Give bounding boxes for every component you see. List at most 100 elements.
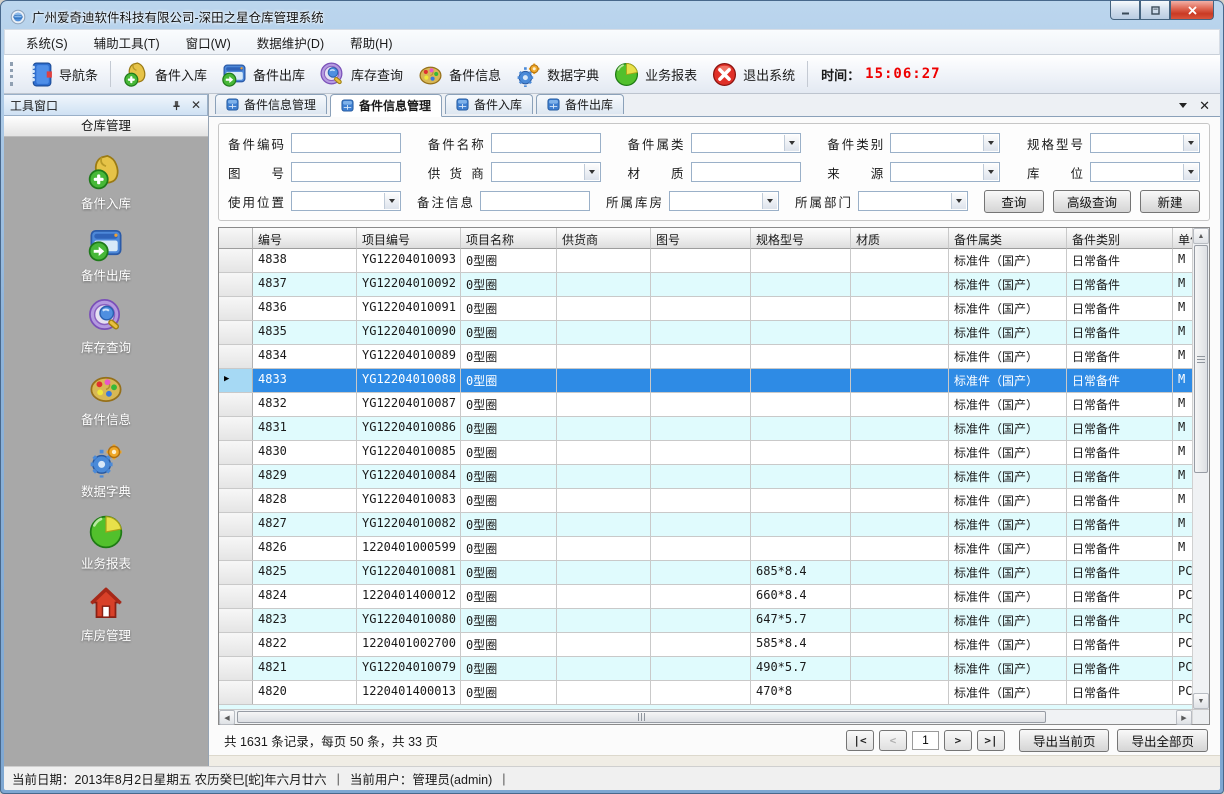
cell[interactable]: 4827 (253, 513, 357, 536)
cell[interactable]: M (1173, 489, 1192, 512)
cell[interactable]: YG12204010092 (357, 273, 461, 296)
cell[interactable]: 日常备件 (1067, 273, 1173, 296)
cell[interactable] (557, 585, 651, 608)
row-selector[interactable]: ▶ (219, 369, 253, 392)
cell[interactable] (557, 465, 651, 488)
cell[interactable]: YG12204010089 (357, 345, 461, 368)
cell[interactable] (557, 657, 651, 680)
cell[interactable]: 标准件（国产） (949, 465, 1067, 488)
cell[interactable] (751, 465, 851, 488)
remark-input[interactable] (480, 191, 590, 211)
cell[interactable]: 日常备件 (1067, 537, 1173, 560)
cell[interactable] (851, 489, 949, 512)
material-input[interactable] (691, 162, 801, 182)
table-row[interactable]: 482412204014000120型圈660*8.4标准件（国产）日常备件PC (219, 585, 1192, 609)
column-header-5[interactable]: 图号 (651, 228, 751, 249)
tab-2[interactable]: 备件信息管理 (330, 94, 442, 117)
cell[interactable]: 0型圈 (461, 633, 557, 656)
cell[interactable]: 日常备件 (1067, 465, 1173, 488)
table-row[interactable]: ▶4833YG122040100880型圈标准件（国产）日常备件M (219, 369, 1192, 393)
row-selector[interactable] (219, 345, 253, 368)
menu-data-maintenance[interactable]: 数据维护(D) (244, 30, 337, 54)
column-header-8[interactable]: 备件属类 (949, 228, 1067, 249)
first-page-button[interactable]: |< (846, 730, 874, 751)
cell[interactable]: 4824 (253, 585, 357, 608)
last-page-button[interactable]: >| (977, 730, 1005, 751)
cell[interactable] (557, 393, 651, 416)
cell[interactable]: 标准件（国产） (949, 417, 1067, 440)
cell[interactable]: M (1173, 249, 1192, 272)
cell[interactable]: PC (1173, 609, 1192, 632)
cell[interactable] (851, 633, 949, 656)
row-selector[interactable] (219, 249, 253, 272)
table-row[interactable]: 4827YG122040100820型圈标准件（国产）日常备件M (219, 513, 1192, 537)
menu-system[interactable]: 系统(S) (13, 30, 81, 54)
cell[interactable]: 0型圈 (461, 561, 557, 584)
cell[interactable]: 标准件（国产） (949, 249, 1067, 272)
cell[interactable]: 647*5.7 (751, 609, 851, 632)
row-selector[interactable] (219, 681, 253, 704)
tab-4[interactable]: 备件出库 (536, 94, 624, 114)
cell[interactable]: 标准件（国产） (949, 537, 1067, 560)
combo-arrow-button[interactable] (1183, 164, 1198, 180)
cell[interactable]: YG12204010080 (357, 609, 461, 632)
export-current-page-button[interactable]: 导出当前页 (1019, 729, 1110, 752)
cell[interactable]: M (1173, 417, 1192, 440)
row-selector[interactable] (219, 321, 253, 344)
cell[interactable] (751, 537, 851, 560)
combo-arrow-button[interactable] (784, 135, 799, 151)
cell[interactable]: 1220401400012 (357, 585, 461, 608)
cell[interactable] (851, 657, 949, 680)
combo-arrow-button[interactable] (762, 193, 777, 209)
cell[interactable] (651, 537, 751, 560)
cell[interactable]: 日常备件 (1067, 369, 1173, 392)
cell[interactable]: 标准件（国产） (949, 633, 1067, 656)
cell[interactable]: YG12204010081 (357, 561, 461, 584)
cell[interactable]: 4826 (253, 537, 357, 560)
cell[interactable]: 日常备件 (1067, 345, 1173, 368)
cell[interactable]: 日常备件 (1067, 417, 1173, 440)
stock-query-nav-item[interactable]: 库存查询 (81, 297, 131, 356)
cell[interactable]: 4835 (253, 321, 357, 344)
cell[interactable]: 4825 (253, 561, 357, 584)
cell[interactable] (557, 297, 651, 320)
cell[interactable]: 标准件（国产） (949, 657, 1067, 680)
new-button[interactable]: 新建 (1140, 190, 1200, 213)
cell[interactable] (751, 297, 851, 320)
row-selector[interactable] (219, 513, 253, 536)
row-selector[interactable] (219, 537, 253, 560)
cell[interactable] (851, 537, 949, 560)
cell[interactable] (557, 249, 651, 272)
cell[interactable]: M (1173, 513, 1192, 536)
cell[interactable] (851, 321, 949, 344)
cell[interactable]: 0型圈 (461, 657, 557, 680)
data-dict-nav-item[interactable]: 数据字典 (81, 441, 131, 500)
cell[interactable]: YG12204010090 (357, 321, 461, 344)
cell[interactable]: 0型圈 (461, 417, 557, 440)
parts-info-nav-item[interactable]: 备件信息 (81, 369, 131, 428)
stock-query-button[interactable]: 库存查询 (312, 58, 410, 91)
next-page-button[interactable]: > (944, 730, 972, 751)
cell[interactable]: 日常备件 (1067, 681, 1173, 704)
row-selector[interactable] (219, 465, 253, 488)
cell[interactable]: 0型圈 (461, 465, 557, 488)
cell[interactable]: M (1173, 465, 1192, 488)
cell[interactable] (651, 369, 751, 392)
column-header-4[interactable]: 供货商 (557, 228, 651, 249)
tab-close-icon[interactable]: ✕ (1199, 99, 1210, 112)
table-row[interactable]: 4838YG122040100930型圈标准件（国产）日常备件M (219, 249, 1192, 273)
cell[interactable] (851, 561, 949, 584)
cell[interactable]: M (1173, 321, 1192, 344)
cell[interactable] (651, 321, 751, 344)
part-name-input[interactable] (491, 133, 601, 153)
cell[interactable]: 标准件（国产） (949, 681, 1067, 704)
exit-button[interactable]: 退出系统 (704, 58, 802, 91)
cell[interactable]: 日常备件 (1067, 297, 1173, 320)
business-report-nav-item[interactable]: 业务报表 (81, 513, 131, 572)
warehouse-select[interactable] (669, 191, 779, 211)
cell[interactable]: YG12204010079 (357, 657, 461, 680)
combo-arrow-button[interactable] (951, 193, 966, 209)
query-button[interactable]: 查询 (984, 190, 1044, 213)
cell[interactable] (651, 633, 751, 656)
cell[interactable]: YG12204010084 (357, 465, 461, 488)
